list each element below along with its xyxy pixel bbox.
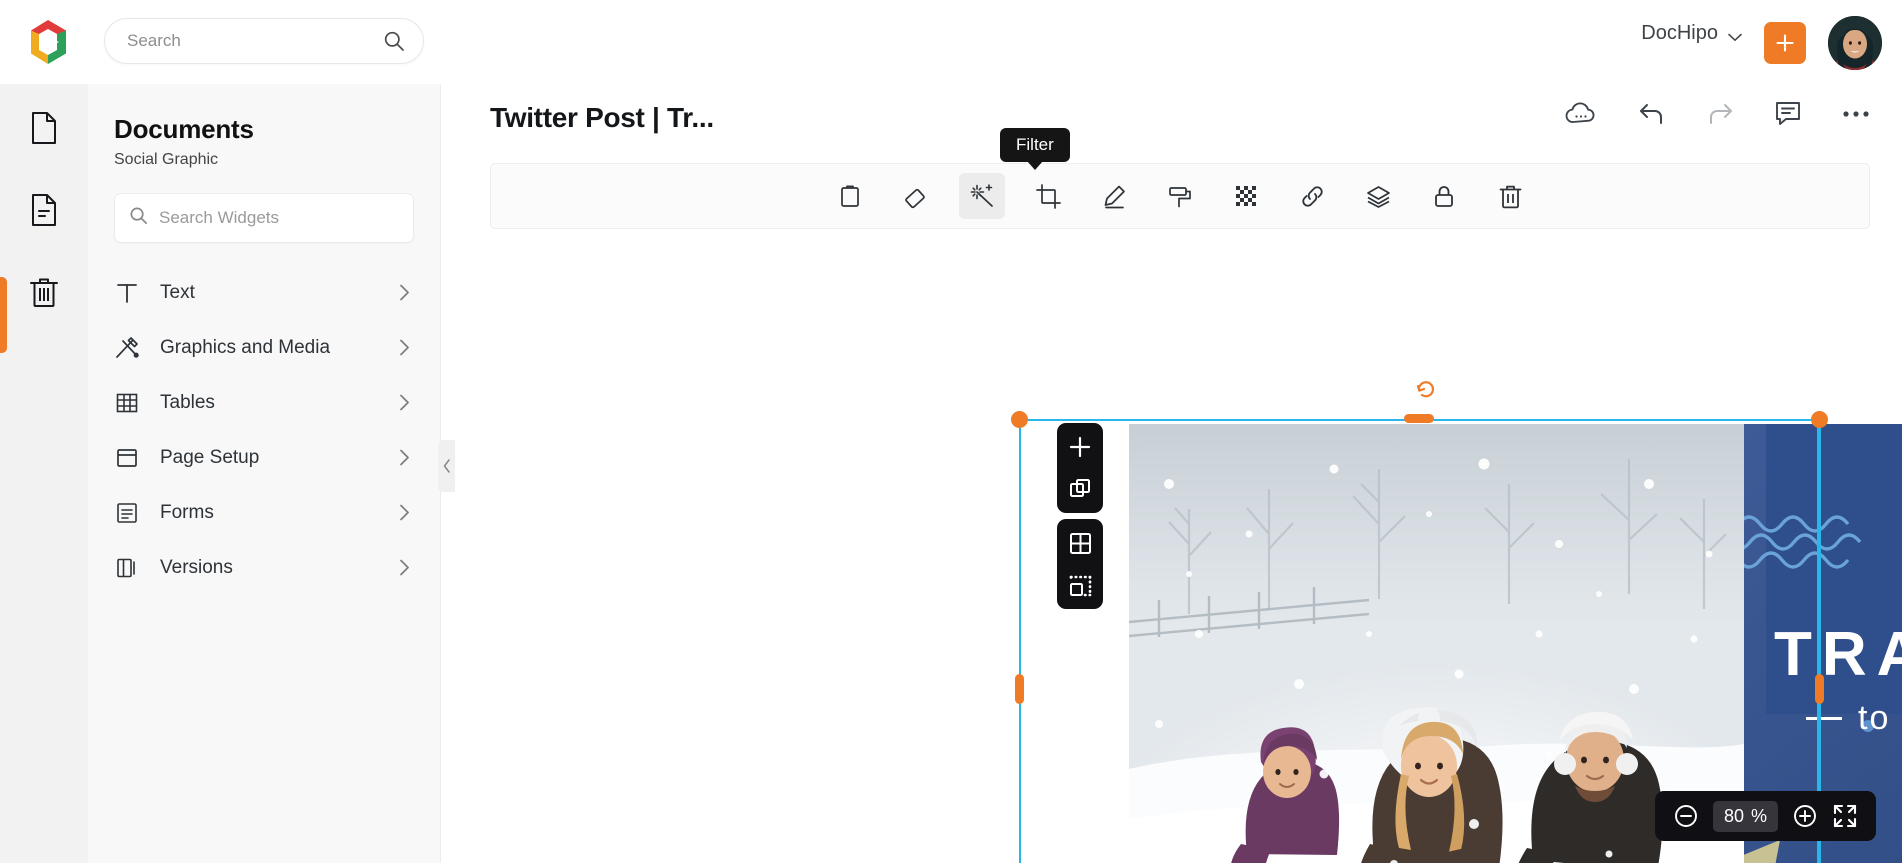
menu-item-graphics-and-media[interactable]: Graphics and Media — [114, 320, 414, 375]
page-subtitle: Social Graphic — [114, 151, 219, 168]
resize-selection-icon[interactable] — [1065, 570, 1095, 600]
search-icon — [383, 30, 405, 52]
design-headline: TRAVEL — [1774, 620, 1902, 689]
forms-icon — [114, 500, 144, 526]
global-search[interactable] — [104, 18, 424, 64]
widget-menu-list: Text Graphics and Media Tables Page Setu… — [114, 265, 414, 595]
menu-item-label: Page Setup — [160, 446, 260, 468]
undo-icon[interactable] — [1638, 101, 1666, 127]
comment-icon[interactable] — [1774, 100, 1802, 127]
panel-collapse-handle[interactable] — [438, 440, 455, 492]
crop-icon[interactable] — [1025, 173, 1071, 219]
menu-item-versions[interactable]: Versions — [114, 540, 414, 595]
document-title[interactable]: Twitter Post | Tr... — [490, 102, 714, 134]
lock-icon[interactable] — [1421, 173, 1467, 219]
eraser-icon[interactable] — [893, 173, 939, 219]
pencil-edit-icon[interactable] — [1091, 173, 1137, 219]
menu-item-page-setup[interactable]: Page Setup — [114, 430, 414, 485]
app-root: DocHipo — [0, 0, 1902, 863]
winter-photo — [1129, 424, 1744, 863]
sidebar-item-trash[interactable] — [18, 266, 70, 318]
versions-icon — [114, 555, 144, 581]
duplicate-icon[interactable] — [1065, 474, 1095, 504]
cloud-save-icon[interactable] — [1564, 101, 1598, 127]
rotate-handle[interactable] — [1416, 378, 1436, 398]
zoom-control-bar: 80 % — [1654, 791, 1876, 841]
search-input[interactable] — [127, 31, 383, 51]
widget-panel: Documents Social Graphic Text — [88, 84, 441, 863]
chevron-right-icon — [399, 559, 410, 576]
zoom-level-field[interactable]: 80 % — [1712, 800, 1778, 832]
menu-item-text[interactable]: Text — [114, 265, 414, 320]
menu-item-tables[interactable]: Tables — [114, 375, 414, 430]
delete-trash-icon[interactable] — [1487, 173, 1533, 219]
menu-item-label: Tables — [160, 391, 215, 413]
icon-rail — [0, 84, 88, 863]
brand-dropdown[interactable]: DocHipo — [1641, 22, 1742, 45]
zoom-out-icon[interactable] — [1673, 803, 1699, 829]
clipboard-icon[interactable] — [827, 173, 873, 219]
zoom-value: 80 — [1723, 805, 1744, 826]
table-grid-icon — [114, 390, 144, 416]
zoom-unit: % — [1750, 805, 1767, 826]
editor-header-tools — [1564, 100, 1870, 127]
rail-active-indicator — [0, 277, 7, 353]
transparency-icon[interactable] — [1223, 173, 1269, 219]
sidebar-item-documents[interactable] — [18, 102, 70, 154]
menu-item-label: Graphics and Media — [160, 336, 331, 358]
zoom-in-icon[interactable] — [1792, 803, 1818, 829]
brand-name: DocHipo — [1641, 22, 1718, 44]
design-subline: to unravel — [1858, 699, 1902, 737]
user-avatar[interactable] — [1828, 16, 1882, 70]
resize-handle-middle-right[interactable] — [1815, 674, 1824, 704]
top-bar: DocHipo — [0, 0, 1902, 84]
grid-layout-icon[interactable] — [1065, 528, 1095, 558]
chevron-right-icon — [399, 284, 410, 301]
page-setup-icon — [114, 445, 144, 471]
sidebar-item-my-files[interactable] — [18, 184, 70, 236]
paint-roller-icon[interactable] — [1157, 173, 1203, 219]
fullscreen-icon[interactable] — [1832, 803, 1858, 829]
menu-item-forms[interactable]: Forms — [114, 485, 414, 540]
menu-item-label: Versions — [160, 556, 233, 578]
chevron-right-icon — [399, 449, 410, 466]
page-title: Documents — [114, 114, 254, 144]
chevron-down-icon — [1728, 29, 1742, 41]
filter-magic-wand-icon[interactable] — [959, 173, 1005, 219]
resize-handle-top-right[interactable] — [1811, 411, 1828, 428]
more-options-icon[interactable] — [1842, 109, 1870, 119]
filter-tooltip: Filter — [1000, 128, 1070, 170]
link-icon[interactable] — [1289, 173, 1335, 219]
chevron-right-icon — [399, 394, 410, 411]
add-page-icon[interactable] — [1065, 432, 1095, 462]
dochipo-logo[interactable] — [22, 16, 74, 68]
search-icon — [129, 206, 148, 230]
layers-icon[interactable] — [1355, 173, 1401, 219]
graphics-media-icon — [114, 335, 144, 361]
resize-handle-top-center[interactable] — [1404, 414, 1434, 423]
canvas-area[interactable]: TRAVEL to unravel — [441, 156, 1902, 863]
chevron-right-icon — [399, 504, 410, 521]
resize-handle-top-left[interactable] — [1011, 411, 1028, 428]
create-new-button[interactable] — [1764, 22, 1806, 64]
search-widgets-input[interactable] — [159, 208, 399, 228]
float-tools-group-two — [1057, 519, 1103, 609]
context-toolbar — [490, 163, 1870, 229]
redo-icon[interactable] — [1706, 101, 1734, 127]
editor-header: Twitter Post | Tr... — [441, 84, 1902, 156]
menu-item-label: Forms — [160, 501, 214, 523]
chevron-right-icon — [399, 339, 410, 356]
float-tools-group-one — [1057, 423, 1103, 513]
resize-handle-middle-left[interactable] — [1015, 674, 1024, 704]
menu-item-label: Text — [160, 281, 195, 303]
widget-search[interactable] — [114, 193, 414, 243]
text-t-icon — [114, 280, 144, 306]
dash-decoration — [1806, 717, 1842, 720]
